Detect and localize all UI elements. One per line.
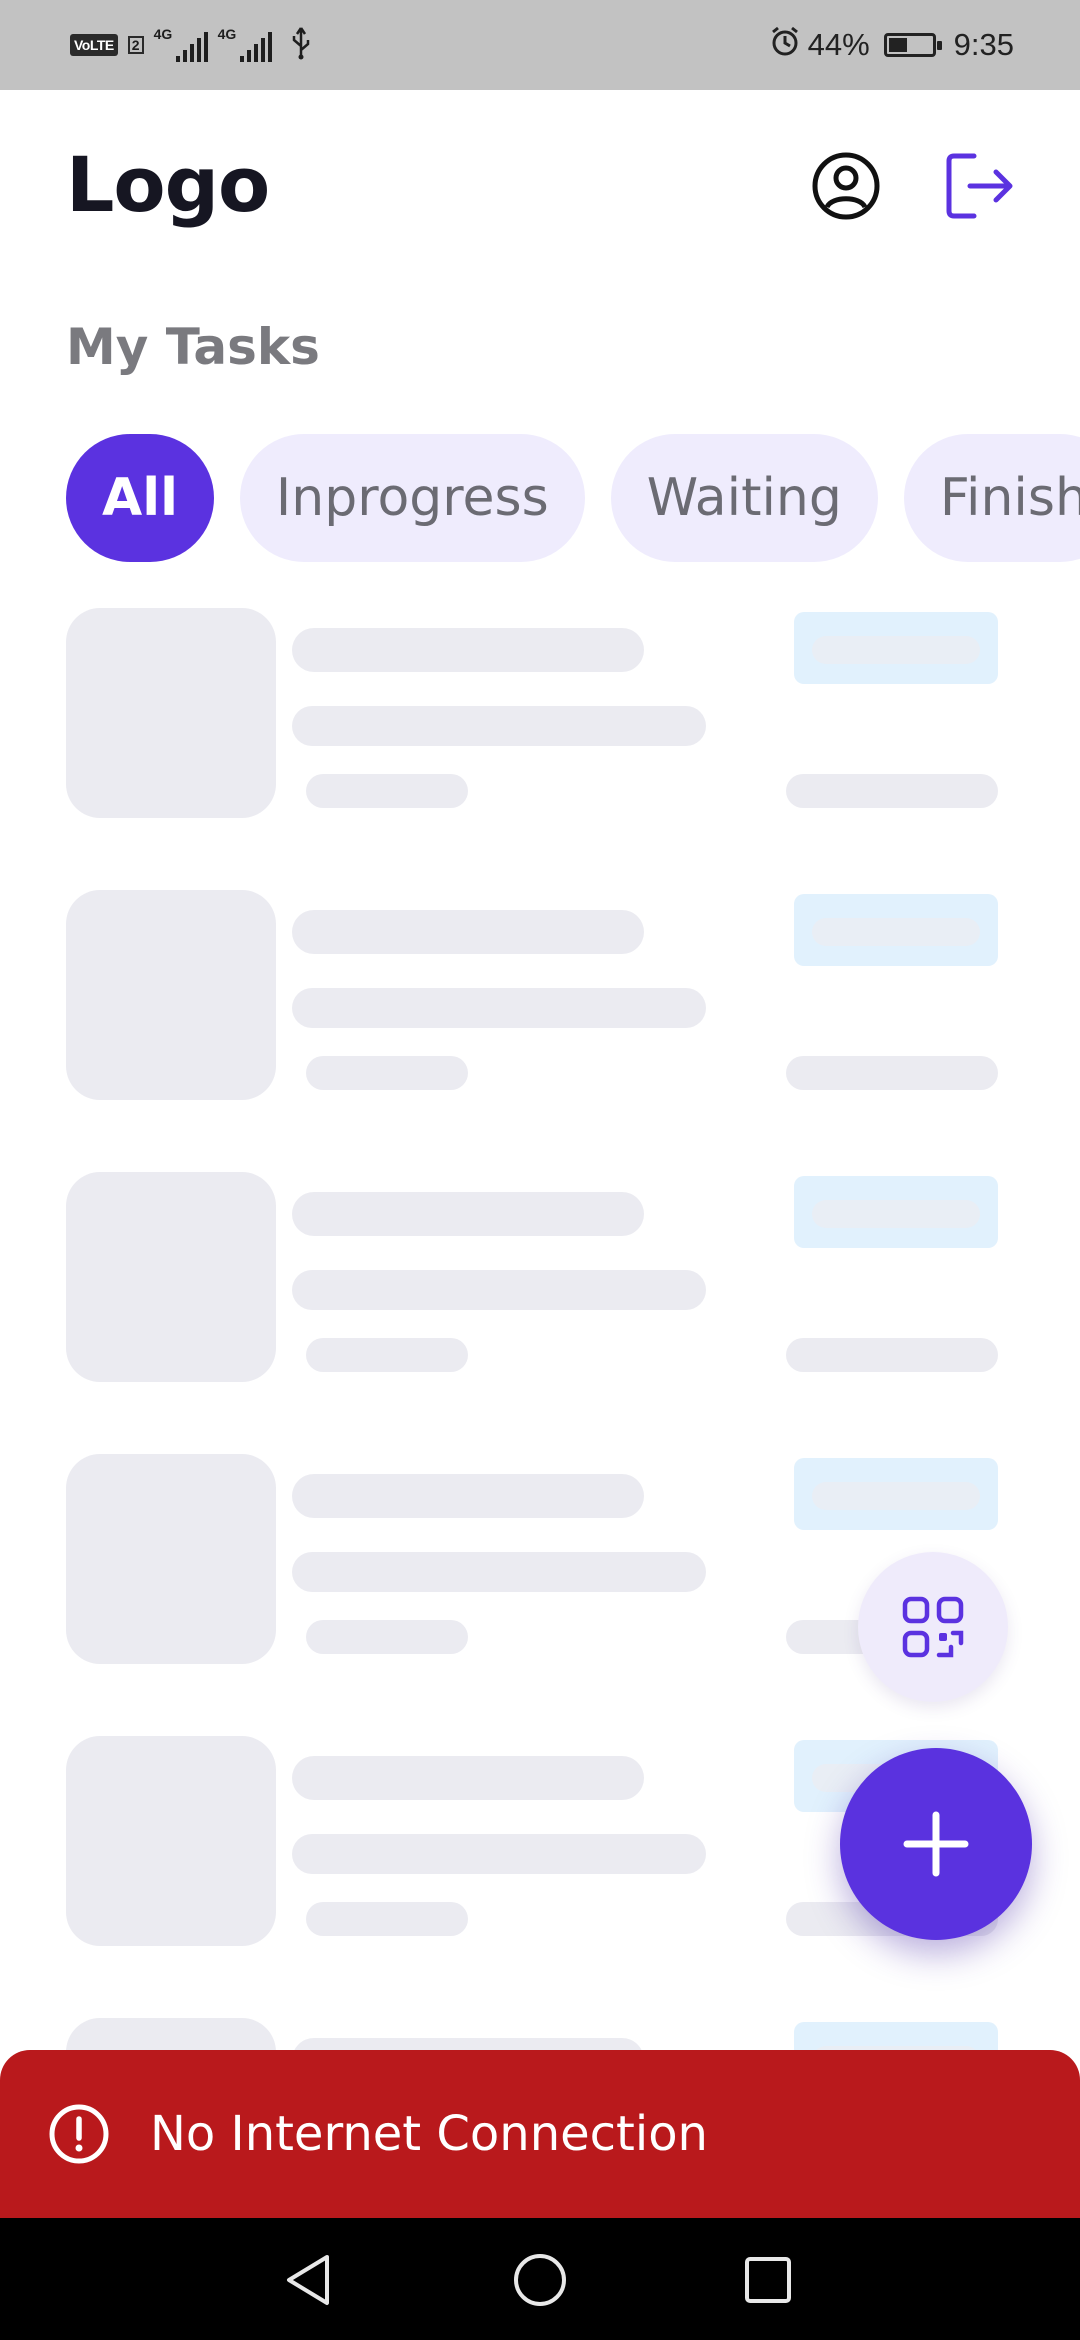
- alert-circle-icon: [49, 2104, 109, 2164]
- skeleton-title-line: [292, 910, 644, 954]
- skeleton-subtitle-line: [292, 1270, 706, 1310]
- skeleton-date-line: [306, 774, 468, 808]
- signal-bars-icon: [175, 32, 208, 62]
- skeleton-date-line: [306, 1338, 468, 1372]
- logout-icon: [946, 153, 1013, 219]
- signal-2: 4G: [217, 26, 272, 62]
- recents-square-icon: [745, 2257, 791, 2303]
- profile-button[interactable]: [810, 150, 882, 222]
- no-connection-snackbar: No Internet Connection: [0, 2050, 1080, 2218]
- skeleton-date-line: [306, 1056, 468, 1090]
- network-type-2: 4G: [217, 26, 237, 42]
- status-right: 44% 9:35: [770, 22, 1014, 68]
- account-circle-icon: [812, 152, 880, 220]
- skeleton-title-line: [292, 1192, 644, 1236]
- alarm-icon: [770, 25, 800, 65]
- skeleton-meta-line: [786, 1338, 998, 1372]
- skeleton-thumbnail: [66, 1736, 276, 1946]
- tab-all[interactable]: All: [66, 434, 214, 562]
- skeleton-date-line: [306, 1902, 468, 1936]
- skeleton-title-line: [292, 628, 644, 672]
- skeleton-subtitle-line: [292, 1834, 706, 1874]
- logout-button[interactable]: [944, 150, 1018, 222]
- skeleton-subtitle-line: [292, 706, 706, 746]
- system-nav-bar: [0, 2218, 1080, 2340]
- usb-icon: [290, 26, 312, 64]
- section-title: My Tasks: [66, 318, 320, 376]
- back-triangle-icon: [287, 2255, 329, 2305]
- status-left: VoLTE 2 4G 4G: [70, 24, 312, 66]
- volte-badge: VoLTE: [70, 34, 118, 56]
- signal-1: 4G: [153, 26, 208, 62]
- skeleton-meta-line: [786, 1056, 998, 1090]
- skeleton-meta-line: [786, 774, 998, 808]
- skeleton-status-badge: [794, 1176, 998, 1248]
- qr-code-icon: [902, 1596, 964, 1658]
- qr-scan-button[interactable]: [858, 1552, 1008, 1702]
- skeleton-thumbnail: [66, 890, 276, 1100]
- skeleton-subtitle-line: [292, 1552, 706, 1592]
- add-task-button[interactable]: [840, 1748, 1032, 1940]
- skeleton-date-line: [306, 1620, 468, 1654]
- skeleton-status-badge: [794, 894, 998, 966]
- skeleton-thumbnail: [66, 608, 276, 818]
- skeleton-status-badge: [794, 1458, 998, 1530]
- tab-inprogress[interactable]: Inprogress: [239, 434, 585, 562]
- home-circle-icon: [514, 2254, 566, 2306]
- plus-icon: [903, 1811, 969, 1877]
- tab-finish[interactable]: Finish: [903, 434, 1080, 562]
- skeleton-title-line: [292, 1756, 644, 1800]
- filter-tabs: All Inprogress Waiting Finish: [66, 434, 1080, 562]
- skeleton-thumbnail: [66, 1454, 276, 1664]
- skeleton-status-badge: [794, 612, 998, 684]
- nav-back-button[interactable]: [276, 2248, 340, 2312]
- network-type-1: 4G: [153, 26, 173, 42]
- app-logo: Logo: [66, 140, 270, 229]
- battery-fill: [888, 38, 907, 52]
- skeleton-title-line: [292, 1474, 644, 1518]
- status-bar: VoLTE 2 4G 4G 44% 9:35: [0, 0, 1080, 90]
- nav-home-button[interactable]: [508, 2248, 572, 2312]
- clock: 9:35: [953, 27, 1014, 62]
- snackbar-message: No Internet Connection: [150, 2106, 708, 2162]
- signal-bars-icon: [239, 32, 272, 62]
- battery-percent: 44%: [807, 27, 870, 62]
- volte-sim-indicator: 2: [127, 36, 144, 54]
- tab-waiting[interactable]: Waiting: [610, 434, 878, 562]
- skeleton-subtitle-line: [292, 988, 706, 1028]
- skeleton-thumbnail: [66, 1172, 276, 1382]
- battery-icon: [883, 33, 942, 57]
- nav-recents-button[interactable]: [736, 2248, 800, 2312]
